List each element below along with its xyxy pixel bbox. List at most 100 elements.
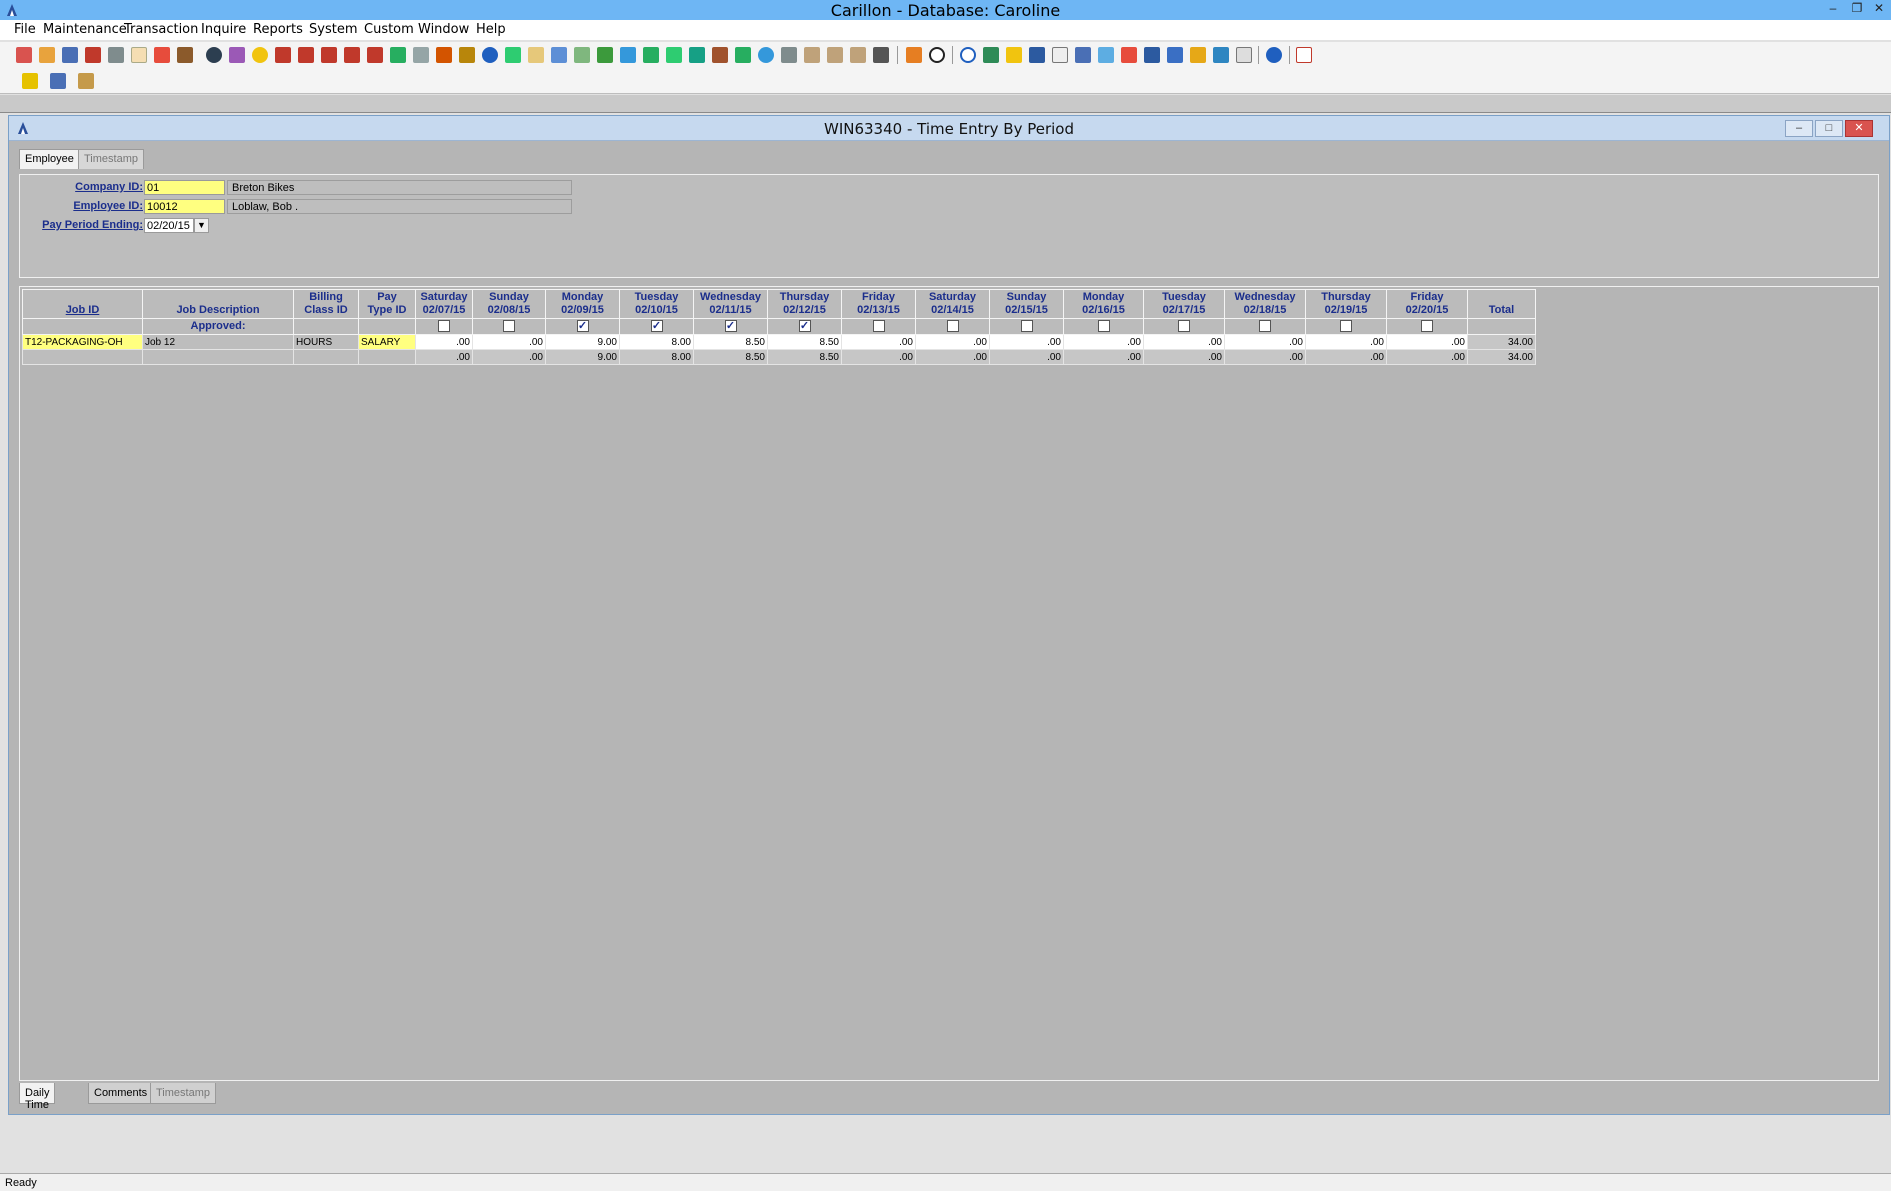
globe-icon[interactable] xyxy=(482,47,498,63)
folder-green-icon[interactable] xyxy=(983,47,999,63)
approve-icon[interactable] xyxy=(1190,47,1206,63)
restore-icon[interactable]: ❐ xyxy=(1846,0,1868,18)
pages-icon[interactable] xyxy=(551,47,567,63)
cell-hours[interactable]: .00 xyxy=(841,334,916,350)
scroll-icon[interactable] xyxy=(620,47,636,63)
tab-timestamp[interactable]: Timestamp xyxy=(78,149,144,169)
document-icon[interactable] xyxy=(131,47,147,63)
cell-job-id[interactable]: T12-PACKAGING-OH xyxy=(22,334,143,350)
minimize-icon[interactable]: – xyxy=(1822,0,1844,18)
cell-pay-type[interactable]: SALARY xyxy=(358,334,416,350)
dollar-icon[interactable] xyxy=(390,47,406,63)
help-icon[interactable] xyxy=(1266,47,1282,63)
menu-reports[interactable]: Reports xyxy=(253,22,303,37)
binder-icon[interactable] xyxy=(78,73,94,89)
approved-checkbox[interactable]: ✓ xyxy=(576,320,589,333)
company-id-label[interactable]: Company ID: xyxy=(30,181,143,193)
window-icon[interactable] xyxy=(1052,47,1068,63)
report2-icon[interactable] xyxy=(298,47,314,63)
report3-icon[interactable] xyxy=(321,47,337,63)
bar-chart-icon[interactable] xyxy=(1144,47,1160,63)
hammer-icon[interactable] xyxy=(459,47,475,63)
employee-icon[interactable] xyxy=(206,47,222,63)
cell-hours[interactable]: .00 xyxy=(472,334,546,350)
maximize-icon[interactable]: □ xyxy=(1815,120,1843,137)
approved-checkbox[interactable]: ✓ xyxy=(798,320,811,333)
cell-hours[interactable]: .00 xyxy=(915,334,990,350)
employee-id-field[interactable]: 10012 xyxy=(144,199,225,214)
approved-checkbox[interactable] xyxy=(872,320,885,333)
notepad-icon[interactable] xyxy=(528,47,544,63)
monitor-icon[interactable] xyxy=(873,47,889,63)
box-icon[interactable] xyxy=(177,47,193,63)
cell-hours[interactable]: 8.50 xyxy=(767,334,842,350)
cell-billing-class[interactable]: HOURS xyxy=(293,334,359,350)
cell-hours[interactable]: 8.00 xyxy=(619,334,694,350)
building-icon[interactable] xyxy=(62,47,78,63)
menu-transaction[interactable]: Transaction xyxy=(124,22,198,37)
company-id-field[interactable]: 01 xyxy=(144,180,225,195)
tab-employee[interactable]: Employee xyxy=(19,149,80,169)
cell-hours[interactable]: .00 xyxy=(1386,334,1468,350)
cell-hours[interactable]: 8.50 xyxy=(693,334,768,350)
card2-icon[interactable] xyxy=(827,47,843,63)
sync-icon[interactable] xyxy=(1098,47,1114,63)
approved-checkbox[interactable]: ✓ xyxy=(724,320,737,333)
tab-timestamp-bottom[interactable]: Timestamp xyxy=(150,1083,216,1104)
report4-icon[interactable] xyxy=(344,47,360,63)
broom-icon[interactable] xyxy=(22,73,38,89)
minimize-icon[interactable]: – xyxy=(1785,120,1813,137)
close-icon[interactable]: ✕ xyxy=(1868,0,1890,18)
copy-icon[interactable] xyxy=(574,47,590,63)
cell-hours[interactable]: .00 xyxy=(1063,334,1144,350)
calendar-icon[interactable] xyxy=(16,47,32,63)
approved-checkbox[interactable] xyxy=(1340,320,1352,333)
approved-checkbox[interactable] xyxy=(1097,320,1110,333)
close-icon[interactable]: ✕ xyxy=(1845,120,1873,137)
menu-window[interactable]: Window xyxy=(418,22,469,37)
web-icon[interactable] xyxy=(758,47,774,63)
truck-icon[interactable] xyxy=(108,47,124,63)
card-icon[interactable] xyxy=(804,47,820,63)
approved-checkbox[interactable] xyxy=(503,320,515,333)
approved-checkbox[interactable] xyxy=(1178,320,1190,333)
windows-icon[interactable] xyxy=(1075,47,1091,63)
money-icon[interactable] xyxy=(689,47,705,63)
folder-blue-icon[interactable] xyxy=(1029,47,1045,63)
jar-icon[interactable] xyxy=(712,47,728,63)
notebook-icon[interactable] xyxy=(39,47,55,63)
import-icon[interactable] xyxy=(666,47,682,63)
invoice-icon[interactable] xyxy=(154,47,170,63)
menu-custom[interactable]: Custom xyxy=(364,22,414,37)
approved-checkbox[interactable] xyxy=(1020,320,1033,333)
approved-checkbox[interactable] xyxy=(438,320,450,333)
card3-icon[interactable] xyxy=(850,47,866,63)
upload-icon[interactable] xyxy=(735,47,751,63)
menu-inquire[interactable]: Inquire xyxy=(201,22,246,37)
person-icon[interactable] xyxy=(85,47,101,63)
tools-icon[interactable] xyxy=(413,47,429,63)
report-icon[interactable] xyxy=(275,47,291,63)
header-job-id[interactable]: Job ID xyxy=(22,289,143,319)
printer-icon[interactable] xyxy=(781,47,797,63)
cell-hours[interactable]: .00 xyxy=(989,334,1064,350)
save-icon[interactable] xyxy=(50,73,66,89)
tab-daily-time[interactable]: Daily Time xyxy=(19,1083,56,1111)
approved-checkbox[interactable] xyxy=(1259,320,1271,333)
menu-file[interactable]: File xyxy=(14,22,36,37)
folder-yellow-icon[interactable] xyxy=(1006,47,1022,63)
gauge-icon[interactable] xyxy=(960,47,976,63)
truck-green-icon[interactable] xyxy=(597,47,613,63)
approved-checkbox[interactable] xyxy=(946,320,959,333)
flag-icon[interactable] xyxy=(1121,47,1137,63)
tab-comments[interactable]: Comments xyxy=(88,1083,154,1104)
approved-checkbox[interactable]: ✓ xyxy=(650,320,663,333)
bar-chart2-icon[interactable] xyxy=(1167,47,1183,63)
menu-help[interactable]: Help xyxy=(476,22,506,37)
menu-maintenance[interactable]: Maintenance xyxy=(43,22,127,37)
clock-icon[interactable] xyxy=(929,47,945,63)
chevron-down-icon[interactable]: ▼ xyxy=(194,218,209,233)
menu-system[interactable]: System xyxy=(309,22,357,37)
approved-checkbox[interactable] xyxy=(1421,320,1433,333)
arrow-right-icon[interactable] xyxy=(505,47,521,63)
